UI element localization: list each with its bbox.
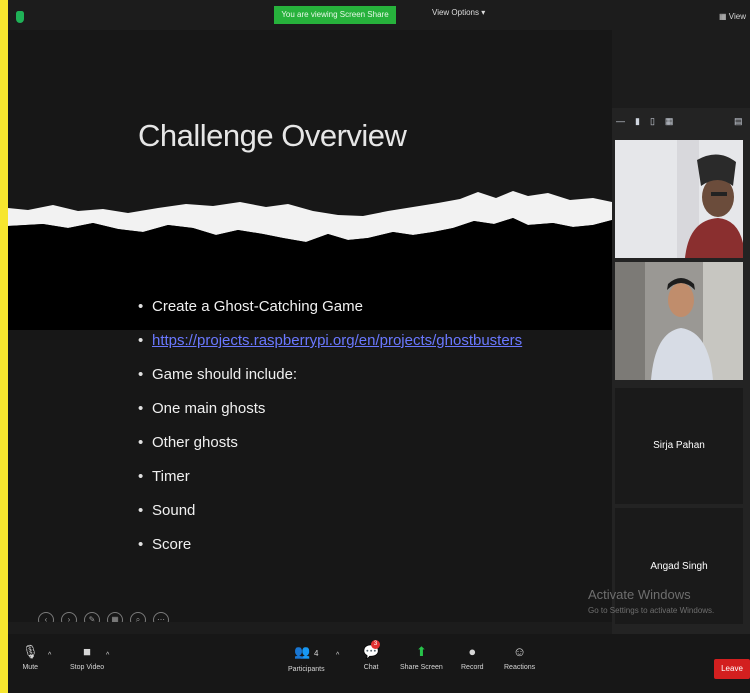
chevron-up-icon: ^ bbox=[48, 652, 52, 659]
meeting-controls-bar: 🎙 Mute ^ ■ Stop Video ^ 👥 4 Participants… bbox=[8, 634, 750, 693]
panel-view-icons: — ▮ ▯ ▦ bbox=[616, 116, 673, 127]
view-mode-label: View bbox=[728, 12, 746, 21]
bullet-item: https://projects.raspberrypi.org/en/proj… bbox=[138, 324, 522, 358]
slide-bullet-list: Create a Ghost-Catching Game https://pro… bbox=[138, 290, 522, 562]
panel-menu-icon[interactable]: ▤ bbox=[734, 116, 743, 127]
bullet-text: Timer bbox=[152, 468, 190, 485]
participant-name: Sirja Pahan bbox=[653, 440, 705, 451]
mute-button[interactable]: 🎙 Mute bbox=[22, 643, 39, 671]
chevron-up-icon: ^ bbox=[106, 652, 110, 659]
microphone-icon: 🎙 bbox=[22, 644, 39, 659]
watermark-title: Activate Windows bbox=[588, 587, 691, 602]
minimize-icon[interactable]: — bbox=[616, 116, 625, 127]
reactions-button[interactable]: ☺ Reactions bbox=[504, 643, 535, 671]
bullet-item: Game should include: bbox=[138, 358, 522, 392]
mute-label: Mute bbox=[22, 664, 39, 671]
participants-options-caret[interactable]: ^ bbox=[336, 652, 339, 659]
bullet-text: Sound bbox=[152, 502, 196, 519]
chat-button[interactable]: 💬 3 Chat bbox=[363, 640, 380, 671]
audio-options-caret[interactable]: ^ bbox=[48, 652, 51, 659]
chat-unread-badge: 3 bbox=[371, 640, 380, 649]
bullet-item: Timer bbox=[138, 460, 522, 494]
previous-slide-icon[interactable]: ‹ bbox=[38, 612, 54, 622]
bullet-item: Sound bbox=[138, 494, 522, 528]
more-options-icon[interactable]: ⋯ bbox=[153, 612, 169, 622]
view-options-button[interactable]: View Options ▾ bbox=[432, 8, 485, 17]
participants-label: Participants bbox=[288, 666, 325, 673]
record-button[interactable]: ● Record bbox=[461, 643, 484, 671]
slide-title: Challenge Overview bbox=[138, 118, 407, 153]
share-screen-button[interactable]: ⬆ Share Screen bbox=[400, 643, 443, 671]
participants-icon: 👥 4 bbox=[294, 644, 319, 659]
leave-meeting-button[interactable]: Leave bbox=[714, 659, 750, 679]
video-camera-icon: ■ bbox=[83, 644, 91, 659]
share-screen-icon: ⬆ bbox=[415, 644, 427, 659]
participants-button[interactable]: 👥 4 Participants bbox=[288, 643, 325, 673]
participant-video bbox=[615, 140, 743, 258]
shared-slide: Challenge Overview Create a Ghost-Catchi… bbox=[8, 30, 612, 622]
reactions-label: Reactions bbox=[504, 664, 536, 671]
screen-share-banner: You are viewing Screen Share bbox=[274, 6, 396, 24]
project-link[interactable]: https://projects.raspberrypi.org/en/proj… bbox=[152, 332, 522, 349]
share-screen-label: Share Screen bbox=[400, 664, 443, 671]
security-shield-icon[interactable] bbox=[16, 11, 24, 23]
single-video-icon[interactable]: ▮ bbox=[635, 116, 640, 127]
bullet-text: One main ghosts bbox=[152, 400, 266, 417]
record-label: Record bbox=[461, 664, 484, 671]
view-options-label: View Options bbox=[432, 8, 479, 17]
activate-windows-watermark: Activate Windows Go to Settings to activ… bbox=[588, 587, 714, 619]
participant-video-tile[interactable] bbox=[615, 262, 743, 380]
slideshow-controls: ‹ › ✎ ▦ ⌕ ⋯ bbox=[38, 612, 169, 622]
chat-icon: 💬 3 bbox=[363, 640, 380, 659]
slides-grid-icon[interactable]: ▦ bbox=[107, 612, 123, 622]
zoom-window: You are viewing Screen Share View Option… bbox=[8, 0, 750, 693]
bullet-item: Score bbox=[138, 528, 522, 562]
bullet-item: Create a Ghost-Catching Game bbox=[138, 290, 522, 324]
next-slide-icon[interactable]: › bbox=[61, 612, 77, 622]
bullet-item: Other ghosts bbox=[138, 426, 522, 460]
active-speaker-icon[interactable]: ▯ bbox=[650, 116, 655, 127]
participant-name-tile[interactable]: Sirja Pahan bbox=[615, 388, 743, 504]
pen-icon[interactable]: ✎ bbox=[84, 612, 100, 622]
reactions-icon: ☺ bbox=[512, 644, 527, 659]
participant-video-tile[interactable] bbox=[615, 140, 743, 258]
zoom-icon[interactable]: ⌕ bbox=[130, 612, 146, 622]
bullet-text: Other ghosts bbox=[152, 434, 238, 451]
stop-video-button[interactable]: ■ Stop Video bbox=[70, 643, 104, 671]
participant-video bbox=[615, 262, 743, 380]
watermark-subtitle: Go to Settings to activate Windows. bbox=[588, 606, 715, 615]
gallery-view-icon[interactable]: ▦ bbox=[665, 116, 674, 127]
bullet-item: One main ghosts bbox=[138, 392, 522, 426]
view-mode-button[interactable]: ▦ View bbox=[719, 12, 746, 21]
video-options-caret[interactable]: ^ bbox=[106, 652, 109, 659]
participant-name: Angad Singh bbox=[650, 561, 708, 572]
bullet-text: Create a Ghost-Catching Game bbox=[152, 298, 363, 315]
chat-label: Chat bbox=[363, 664, 379, 671]
participants-count: 4 bbox=[313, 649, 319, 658]
bullet-text: Score bbox=[152, 536, 192, 553]
stop-video-label: Stop Video bbox=[70, 664, 105, 671]
meeting-top-bar: You are viewing Screen Share View Option… bbox=[8, 0, 750, 28]
chevron-up-icon: ^ bbox=[336, 652, 340, 659]
grid-icon: ▦ bbox=[719, 12, 727, 21]
record-icon: ● bbox=[468, 644, 477, 659]
bullet-text: Game should include: bbox=[152, 366, 298, 383]
